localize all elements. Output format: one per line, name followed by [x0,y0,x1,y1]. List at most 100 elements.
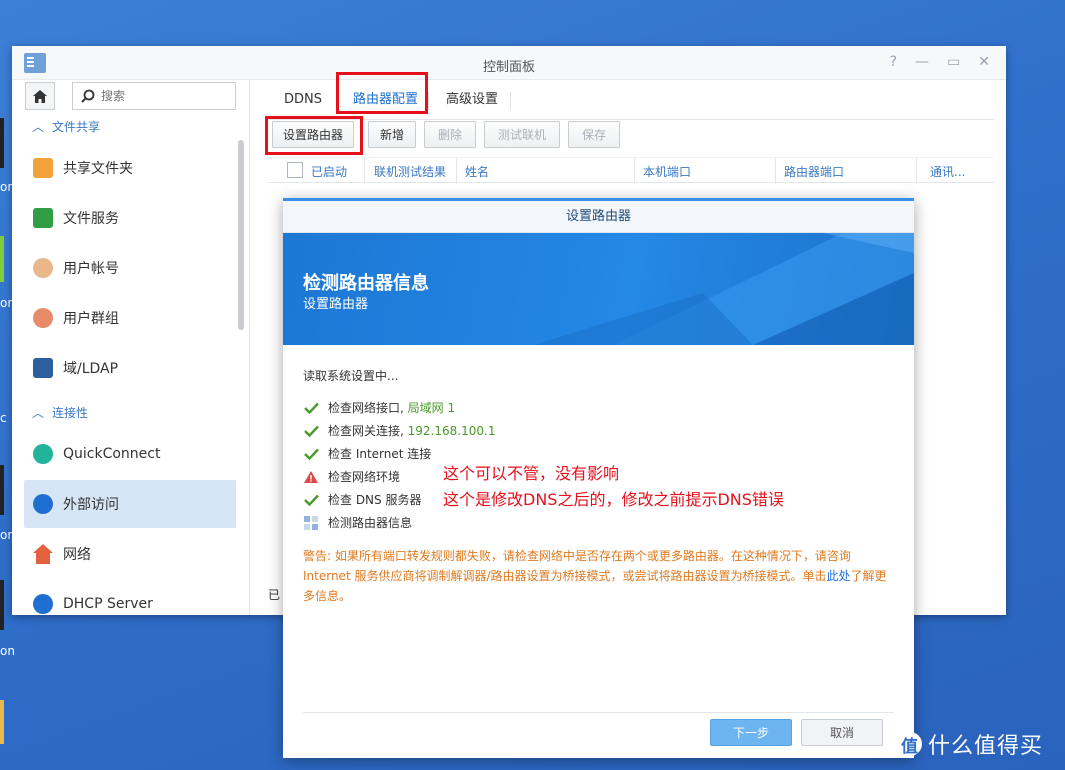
section-file-sharing[interactable]: ︿ 文件共享 [32,118,100,135]
sidebar-item-dhcp-server[interactable]: DHCP Server [24,580,236,615]
sidebar-item-file-services[interactable]: 文件服务 [24,194,236,242]
column-divider [456,158,457,184]
select-all-checkbox[interactable] [287,162,303,178]
desktop-label: on [0,644,15,658]
check-icon [303,402,319,414]
warning-text: 警告: 如果所有端口转发规则都失败，请检查网络中是否存在两个或更多路由器。在这种… [303,549,851,583]
tab-ddns[interactable]: DDNS [284,80,322,120]
status-text: 已 [268,588,281,602]
loading-text: 读取系统设置中... [303,369,399,383]
tab-divider [428,92,429,110]
user-icon [33,258,53,278]
sidebar-item-label: 域/LDAP [63,361,119,377]
pending-icon [303,515,319,530]
tab-divider [510,92,511,110]
section-connectivity[interactable]: ︿ 连接性 [32,404,88,421]
highlight-setup-router-button [265,116,363,155]
sidebar-item-label: 用户帐号 [63,261,119,277]
window-controls: ? — ▭ ✕ [890,54,990,70]
save-button[interactable]: 保存 [568,121,620,148]
shared-folder-icon [33,158,53,178]
check-text: 检查网络接口, [328,401,404,415]
watermark-text: 什么值得买 [928,734,1044,759]
tab-advanced[interactable]: 高级设置 [446,80,498,120]
section-label: 连接性 [52,406,89,420]
highlight-router-config-tab [336,72,428,114]
column-enabled[interactable]: 已启动 [311,163,347,180]
column-protocol[interactable]: 通讯... [930,163,965,180]
desktop-icon[interactable] [0,465,4,515]
sidebar-item-quickconnect[interactable]: QuickConnect [24,430,236,478]
close-icon[interactable]: ✕ [978,54,990,70]
rules-table-header: 已启动 联机测试结果 姓名 本机端口 路由器端口 通讯... [268,157,994,184]
domain-ldap-icon [33,358,53,378]
sidebar-item-domain-ldap[interactable]: 域/LDAP [24,344,236,392]
check-icon [303,448,319,460]
check-text: 检测路由器信息 [328,516,413,530]
help-icon[interactable]: ? [890,54,897,70]
sidebar-item-user[interactable]: 用户帐号 [24,244,236,292]
column-test-result[interactable]: 联机测试结果 [374,163,446,180]
home-icon [33,89,47,103]
window-titlebar[interactable]: 控制面板 ? — ▭ ✕ [12,46,1006,80]
sidebar-scrollbar[interactable] [238,140,244,330]
check-text: 检查网关连接, [328,424,404,438]
desktop-label: c [0,411,7,425]
search-box[interactable] [72,82,236,110]
sidebar-item-shared-folder[interactable]: 共享文件夹 [24,144,236,192]
search-icon [81,89,95,103]
dialog-banner: 检测路由器信息 设置路由器 [283,233,914,345]
home-button[interactable] [25,82,55,110]
sidebar-item-label: 文件服务 [63,211,119,227]
warning-link[interactable]: 此处 [827,569,851,583]
column-name[interactable]: 姓名 [465,163,489,180]
desktop-icon[interactable] [0,580,4,630]
sidebar-item-external-access[interactable]: 外部访问 [24,480,236,528]
sidebar-item-group[interactable]: 用户群组 [24,294,236,342]
sidebar-item-label: 网络 [63,547,91,563]
window-title: 控制面板 [482,60,535,75]
column-router-port[interactable]: 路由器端口 [784,163,844,180]
search-input[interactable] [101,89,221,103]
desktop-icon[interactable] [0,700,4,744]
maximize-icon[interactable]: ▭ [947,54,960,70]
minimize-icon[interactable]: — [915,54,929,70]
column-divider [916,158,917,184]
next-button[interactable]: 下一步 [710,719,792,746]
external-access-icon [33,494,53,514]
column-local-port[interactable]: 本机端口 [643,163,691,180]
quickconnect-icon [33,444,53,464]
cancel-button[interactable]: 取消 [801,719,883,746]
check-text: 检查网络环境 [328,470,401,484]
sidebar-item-network[interactable]: 网络 [24,530,236,578]
check-row: 检测路由器信息 [303,511,893,534]
check-text: 检查 DNS 服务器 [328,493,422,507]
dialog-title[interactable]: 设置路由器 [283,201,914,233]
sidebar-item-label: 外部访问 [63,497,119,513]
check-text: 检查 Internet 连接 [328,447,432,461]
add-button[interactable]: 新增 [368,121,416,148]
dialog-footer: 下一步 取消 [303,712,894,758]
group-icon [33,308,53,328]
watermark-logo-icon: 值 [898,732,922,757]
desktop-icon[interactable] [0,236,4,282]
sidebar-item-label: DHCP Server [63,596,153,612]
banner-title: 检测路由器信息 [303,273,429,294]
sidebar-item-label: QuickConnect [63,446,161,462]
warning-message: 警告: 如果所有端口转发规则都失败，请检查网络中是否存在两个或更多路由器。在这种… [303,546,893,606]
chevron-up-icon: ︿ [32,406,45,420]
check-row: 检查网络接口, 局域网 1 [303,396,893,419]
annotation-dns: 这个是修改DNS之后的，修改之前提示DNS错误 [443,490,784,509]
test-connection-button[interactable]: 测试联机 [484,121,560,148]
check-icon [303,425,319,437]
delete-button[interactable]: 删除 [424,121,476,148]
site-watermark: 值 什么值得买 [898,728,1043,760]
sidebar-item-label: 共享文件夹 [63,161,133,177]
column-divider [634,158,635,184]
column-divider [364,158,365,184]
file-services-icon [33,208,53,228]
column-divider [775,158,776,184]
warning-icon [303,470,319,483]
chevron-up-icon: ︿ [32,120,45,134]
desktop-icon[interactable] [0,118,4,168]
